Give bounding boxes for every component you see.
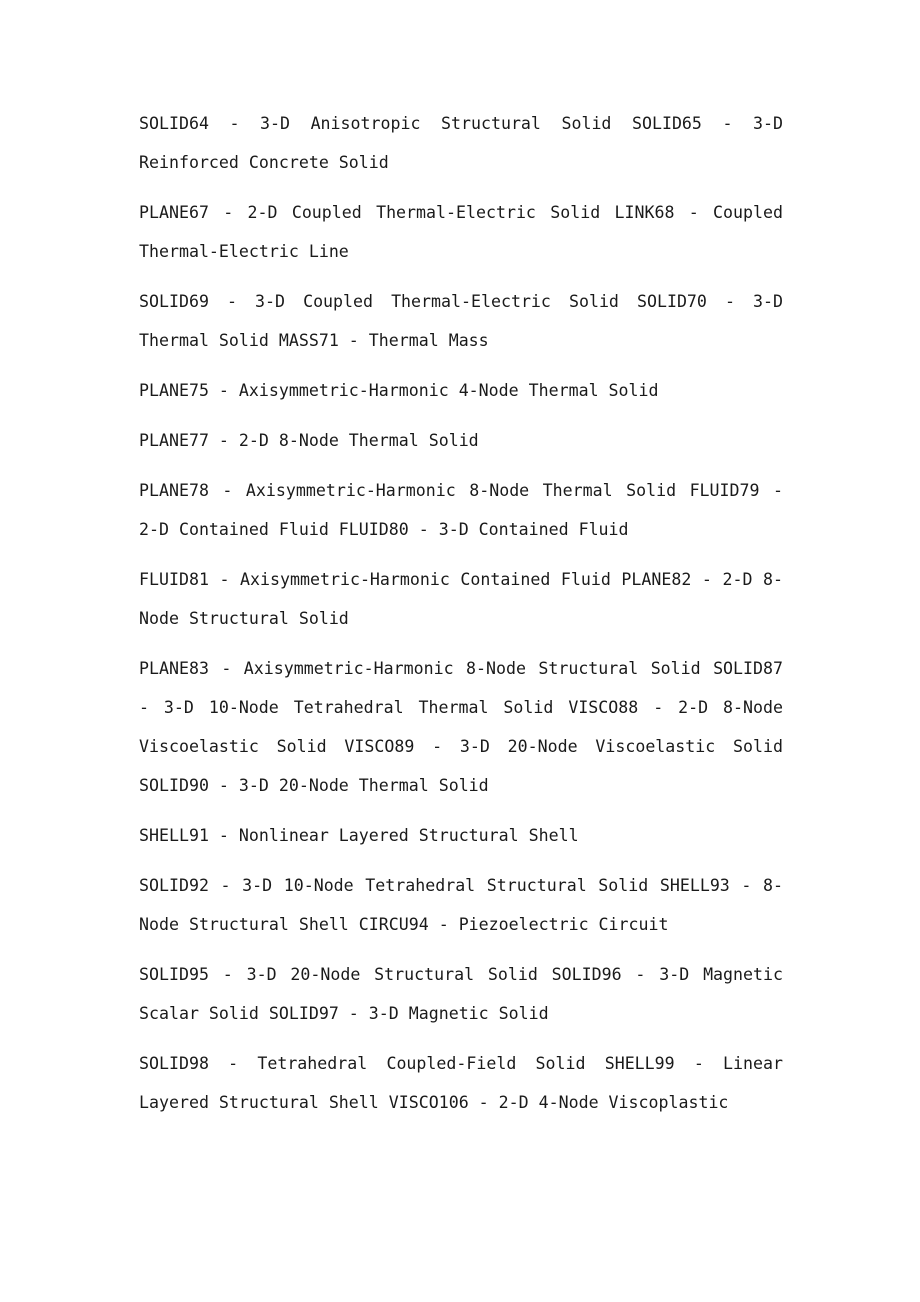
- paragraph-plane78: PLANE78 - Axisymmetric-Harmonic 8-Node T…: [139, 481, 783, 539]
- paragraph-plane75: PLANE75 - Axisymmetric-Harmonic 4-Node T…: [139, 381, 659, 400]
- document-page: SOLID64 - 3-D Anisotropic Structural Sol…: [0, 0, 920, 1302]
- paragraph-solid92: SOLID92 - 3-D 10-Node Tetrahedral Struct…: [139, 876, 783, 934]
- paragraph-plane77: PLANE77 - 2-D 8-Node Thermal Solid: [139, 431, 479, 450]
- paragraph-shell91: SHELL91 - Nonlinear Layered Structural S…: [139, 826, 579, 845]
- paragraph-plane83: PLANE83 - Axisymmetric-Harmonic 8-Node S…: [139, 659, 783, 795]
- paragraph-solid95: SOLID95 - 3-D 20-Node Structural Solid S…: [139, 965, 783, 1023]
- paragraph-fluid81: FLUID81 - Axisymmetric-Harmonic Containe…: [139, 570, 783, 628]
- paragraph-solid64: SOLID64 - 3-D Anisotropic Structural Sol…: [139, 114, 783, 172]
- document-body-text-column: SOLID64 - 3-D Anisotropic Structural Sol…: [139, 104, 783, 1122]
- paragraph-solid98: SOLID98 - Tetrahedral Coupled-Field Soli…: [139, 1054, 783, 1112]
- paragraph-solid69: SOLID69 - 3-D Coupled Thermal-Electric S…: [139, 292, 783, 350]
- paragraph-plane67: PLANE67 - 2-D Coupled Thermal-Electric S…: [139, 203, 783, 261]
